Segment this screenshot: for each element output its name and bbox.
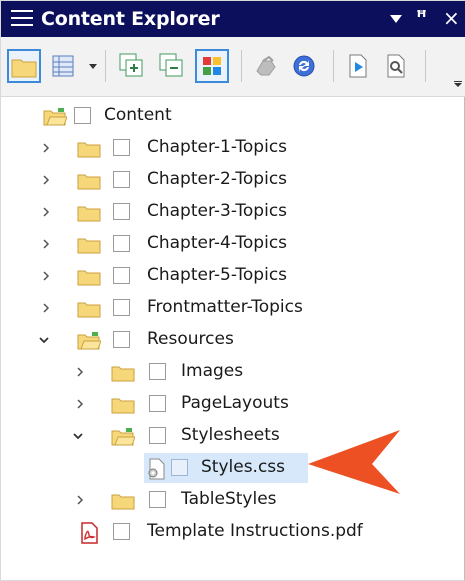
tree-item-label: Styles.css: [201, 457, 286, 477]
tree-item-label: Chapter-1-Topics: [147, 137, 288, 157]
tree-checkbox[interactable]: [149, 395, 166, 412]
toolbar: [1, 37, 465, 97]
tree-item-template-instructions-pdf[interactable]: Template Instructions.pdf: [1, 516, 465, 548]
tree-checkbox[interactable]: [113, 139, 130, 156]
tree-item-label: TableStyles: [181, 489, 277, 509]
tree-item-label: Chapter-3-Topics: [147, 201, 288, 221]
tree-checkbox[interactable]: [113, 523, 130, 540]
tree-checkbox[interactable]: [149, 363, 166, 380]
pdf-file-icon: [81, 522, 98, 544]
tree-item-chapter-4-topics[interactable]: Chapter-4-Topics: [1, 228, 465, 260]
chevron-right-icon[interactable]: [39, 269, 53, 283]
tree-checkbox[interactable]: [113, 203, 130, 220]
toolbar-overflow-icon[interactable]: [454, 81, 462, 87]
folder-open-icon: [77, 332, 101, 350]
bind-button[interactable]: [249, 49, 283, 83]
pin-icon[interactable]: ꟸ: [416, 6, 427, 30]
toolbar-separator: [333, 50, 334, 82]
chevron-right-icon[interactable]: [39, 173, 53, 187]
chevron-right-icon[interactable]: [73, 397, 87, 411]
file-search-button[interactable]: [379, 49, 413, 83]
callout-arrow-icon: [308, 430, 400, 494]
collapse-all-icon: [159, 53, 183, 77]
tree-checkbox[interactable]: [113, 171, 130, 188]
tree-item-label: Stylesheets: [181, 425, 280, 445]
tree-checkbox[interactable]: [74, 107, 91, 124]
tree-item-label: Resources: [147, 329, 234, 349]
tree-item-label: Frontmatter-Topics: [147, 297, 303, 317]
chevron-down-icon[interactable]: [71, 429, 85, 443]
grid-view-icon: [52, 55, 74, 77]
window-position-dropdown-icon[interactable]: [390, 15, 402, 23]
chevron-right-icon[interactable]: [39, 205, 53, 219]
chevron-down-icon[interactable]: [37, 333, 51, 347]
folder-icon: [11, 59, 37, 78]
bind-icon: [256, 55, 276, 76]
tree-checkbox[interactable]: [171, 459, 188, 476]
css-file-icon: [148, 458, 165, 480]
sync-button[interactable]: [287, 49, 321, 83]
dropdown-arrow-icon[interactable]: [89, 64, 97, 69]
title-bar[interactable]: Content Explorer ꟸ ×: [1, 1, 465, 37]
chevron-right-icon[interactable]: [73, 365, 87, 379]
folder-icon: [77, 206, 101, 222]
panel-title: Content Explorer: [41, 8, 220, 30]
content-explorer-panel: Content Explorer ꟸ × Content Chapter-1-T…: [0, 0, 465, 581]
tree-checkbox[interactable]: [113, 331, 130, 348]
toolbar-separator: [105, 50, 106, 82]
tree-item-frontmatter-topics[interactable]: Frontmatter-Topics: [1, 292, 465, 324]
tree-item-label: Images: [181, 361, 244, 381]
sync-icon: [293, 55, 315, 77]
tree-checkbox[interactable]: [149, 491, 166, 508]
hamburger-menu-icon[interactable]: [11, 8, 33, 28]
show-colors-button[interactable]: [195, 49, 229, 83]
file-search-icon: [387, 54, 405, 78]
tree-item-label: Chapter-2-Topics: [147, 169, 288, 189]
tree-item-pagelayouts[interactable]: PageLayouts: [1, 388, 465, 420]
close-icon[interactable]: ×: [443, 6, 460, 30]
expand-all-icon: [119, 53, 143, 77]
tree-checkbox[interactable]: [113, 267, 130, 284]
toolbar-separator: [425, 50, 426, 82]
expand-all-button[interactable]: [115, 49, 149, 83]
show-files-button[interactable]: [7, 49, 41, 83]
folder-icon: [77, 238, 101, 254]
folder-icon: [77, 142, 101, 158]
chevron-right-icon[interactable]: [39, 301, 53, 315]
folder-open-icon: [111, 428, 135, 446]
folder-icon: [111, 494, 135, 510]
tree-checkbox[interactable]: [113, 235, 130, 252]
folder-icon: [77, 270, 101, 286]
tree-item-chapter-2-topics[interactable]: Chapter-2-Topics: [1, 164, 465, 196]
tree-item-chapter-5-topics[interactable]: Chapter-5-Topics: [1, 260, 465, 292]
tree-item-resources[interactable]: Resources: [1, 324, 465, 356]
tree-item-images[interactable]: Images: [1, 356, 465, 388]
tree-checkbox[interactable]: [149, 427, 166, 444]
file-export-button[interactable]: [341, 49, 375, 83]
file-export-icon: [349, 54, 367, 78]
folder-icon: [77, 302, 101, 318]
folder-icon: [77, 174, 101, 190]
tree-item-chapter-3-topics[interactable]: Chapter-3-Topics: [1, 196, 465, 228]
chevron-right-icon[interactable]: [39, 141, 53, 155]
folder-icon: [111, 366, 135, 382]
folder-icon: [111, 398, 135, 414]
chevron-right-icon[interactable]: [73, 493, 87, 507]
color-tiles-icon: [203, 57, 221, 75]
tree-item-label: Chapter-4-Topics: [147, 233, 288, 253]
view-options-button[interactable]: [47, 49, 81, 83]
tree-item-content[interactable]: Content: [1, 100, 465, 132]
chevron-right-icon[interactable]: [39, 237, 53, 251]
tree-item-label: Content: [104, 105, 172, 125]
collapse-all-button[interactable]: [155, 49, 189, 83]
folder-open-icon: [43, 108, 67, 126]
tree-item-label: PageLayouts: [181, 393, 289, 413]
tree-item-chapter-1-topics[interactable]: Chapter-1-Topics: [1, 132, 465, 164]
toolbar-separator: [241, 50, 242, 82]
tree-item-label: Chapter-5-Topics: [147, 265, 288, 285]
tree-checkbox[interactable]: [113, 299, 130, 316]
tree-item-label: Template Instructions.pdf: [147, 521, 363, 541]
